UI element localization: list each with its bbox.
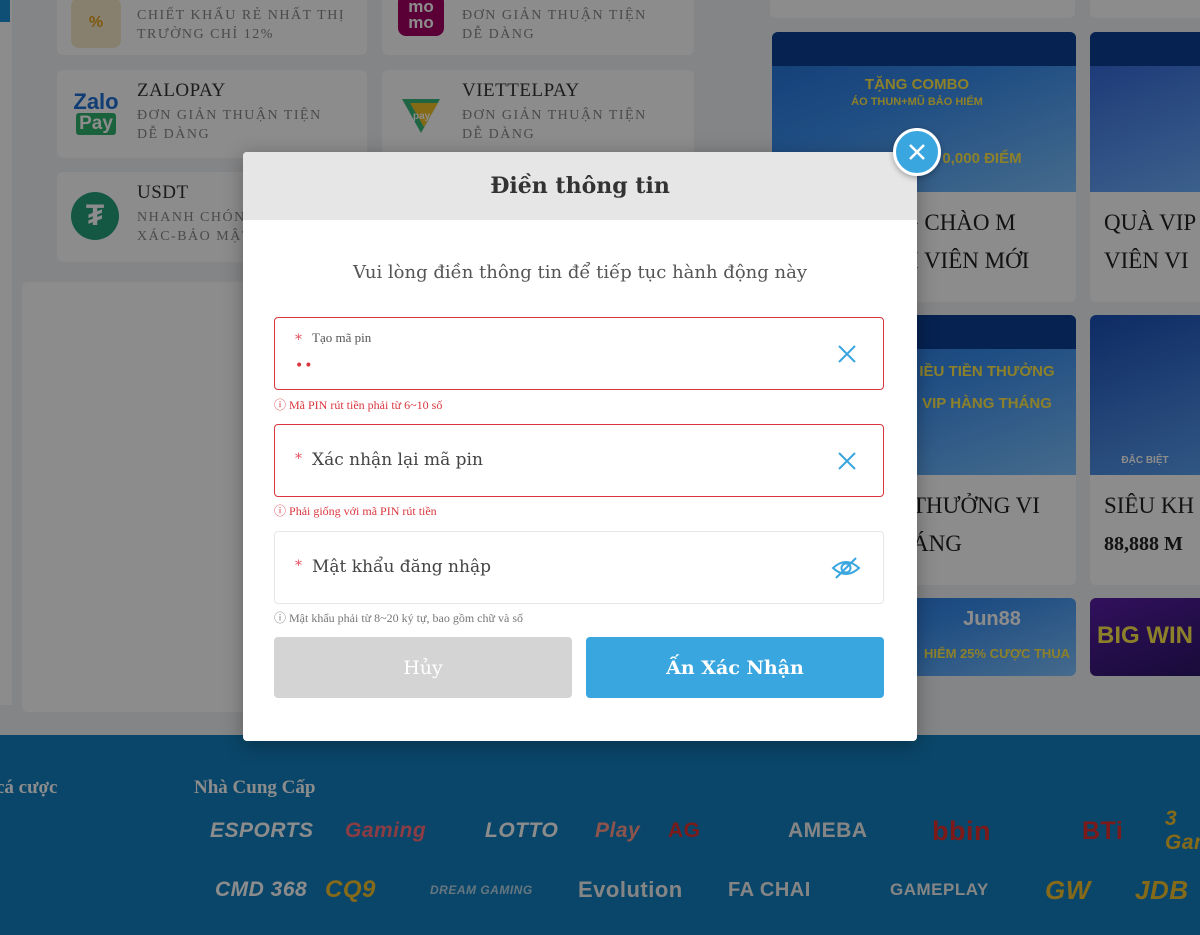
info-circle-icon: ⓘ	[274, 398, 290, 412]
close-dialog-button[interactable]	[893, 128, 941, 176]
create-pin-field[interactable]: * Tạo mã pin ••	[274, 317, 884, 390]
required-mark: *	[295, 332, 302, 348]
clear-icon[interactable]	[835, 449, 859, 473]
login-password-field[interactable]: * Mật khẩu đăng nhập	[274, 531, 884, 604]
info-circle-icon: ⓘ	[274, 504, 290, 518]
login-password-hint: ⓘ Mật khẩu phải từ 8~20 ký tự, bao gồm c…	[274, 611, 523, 625]
clear-icon[interactable]	[835, 342, 859, 366]
create-pin-hint: ⓘ Mã PIN rút tiền phải từ 6~10 số	[274, 398, 443, 412]
required-mark: *	[295, 558, 302, 574]
dialog-header: Điền thông tin	[243, 152, 917, 220]
dialog-subtitle: Vui lòng điền thông tin để tiếp tục hành…	[353, 262, 807, 283]
login-password-label: Mật khẩu đăng nhập	[312, 557, 491, 577]
cancel-button[interactable]: Hủy	[274, 637, 572, 698]
confirm-pin-label: Xác nhận lại mã pin	[312, 450, 483, 470]
confirm-pin-field[interactable]: * Xác nhận lại mã pin	[274, 424, 884, 497]
create-pin-value: ••	[295, 358, 314, 374]
info-circle-icon: ⓘ	[274, 611, 290, 625]
fill-info-dialog: Điền thông tin Vui lòng điền thông tin đ…	[243, 152, 917, 741]
dialog-title: Điền thông tin	[490, 173, 670, 199]
create-pin-label: Tạo mã pin	[312, 330, 372, 345]
hide-password-eye-icon[interactable]	[831, 556, 861, 580]
confirm-pin-hint: ⓘ Phải giống với mã PIN rút tiền	[274, 504, 437, 518]
required-mark: *	[295, 451, 302, 467]
confirm-button[interactable]: Ấn Xác Nhận	[586, 637, 884, 698]
close-icon	[909, 144, 925, 160]
